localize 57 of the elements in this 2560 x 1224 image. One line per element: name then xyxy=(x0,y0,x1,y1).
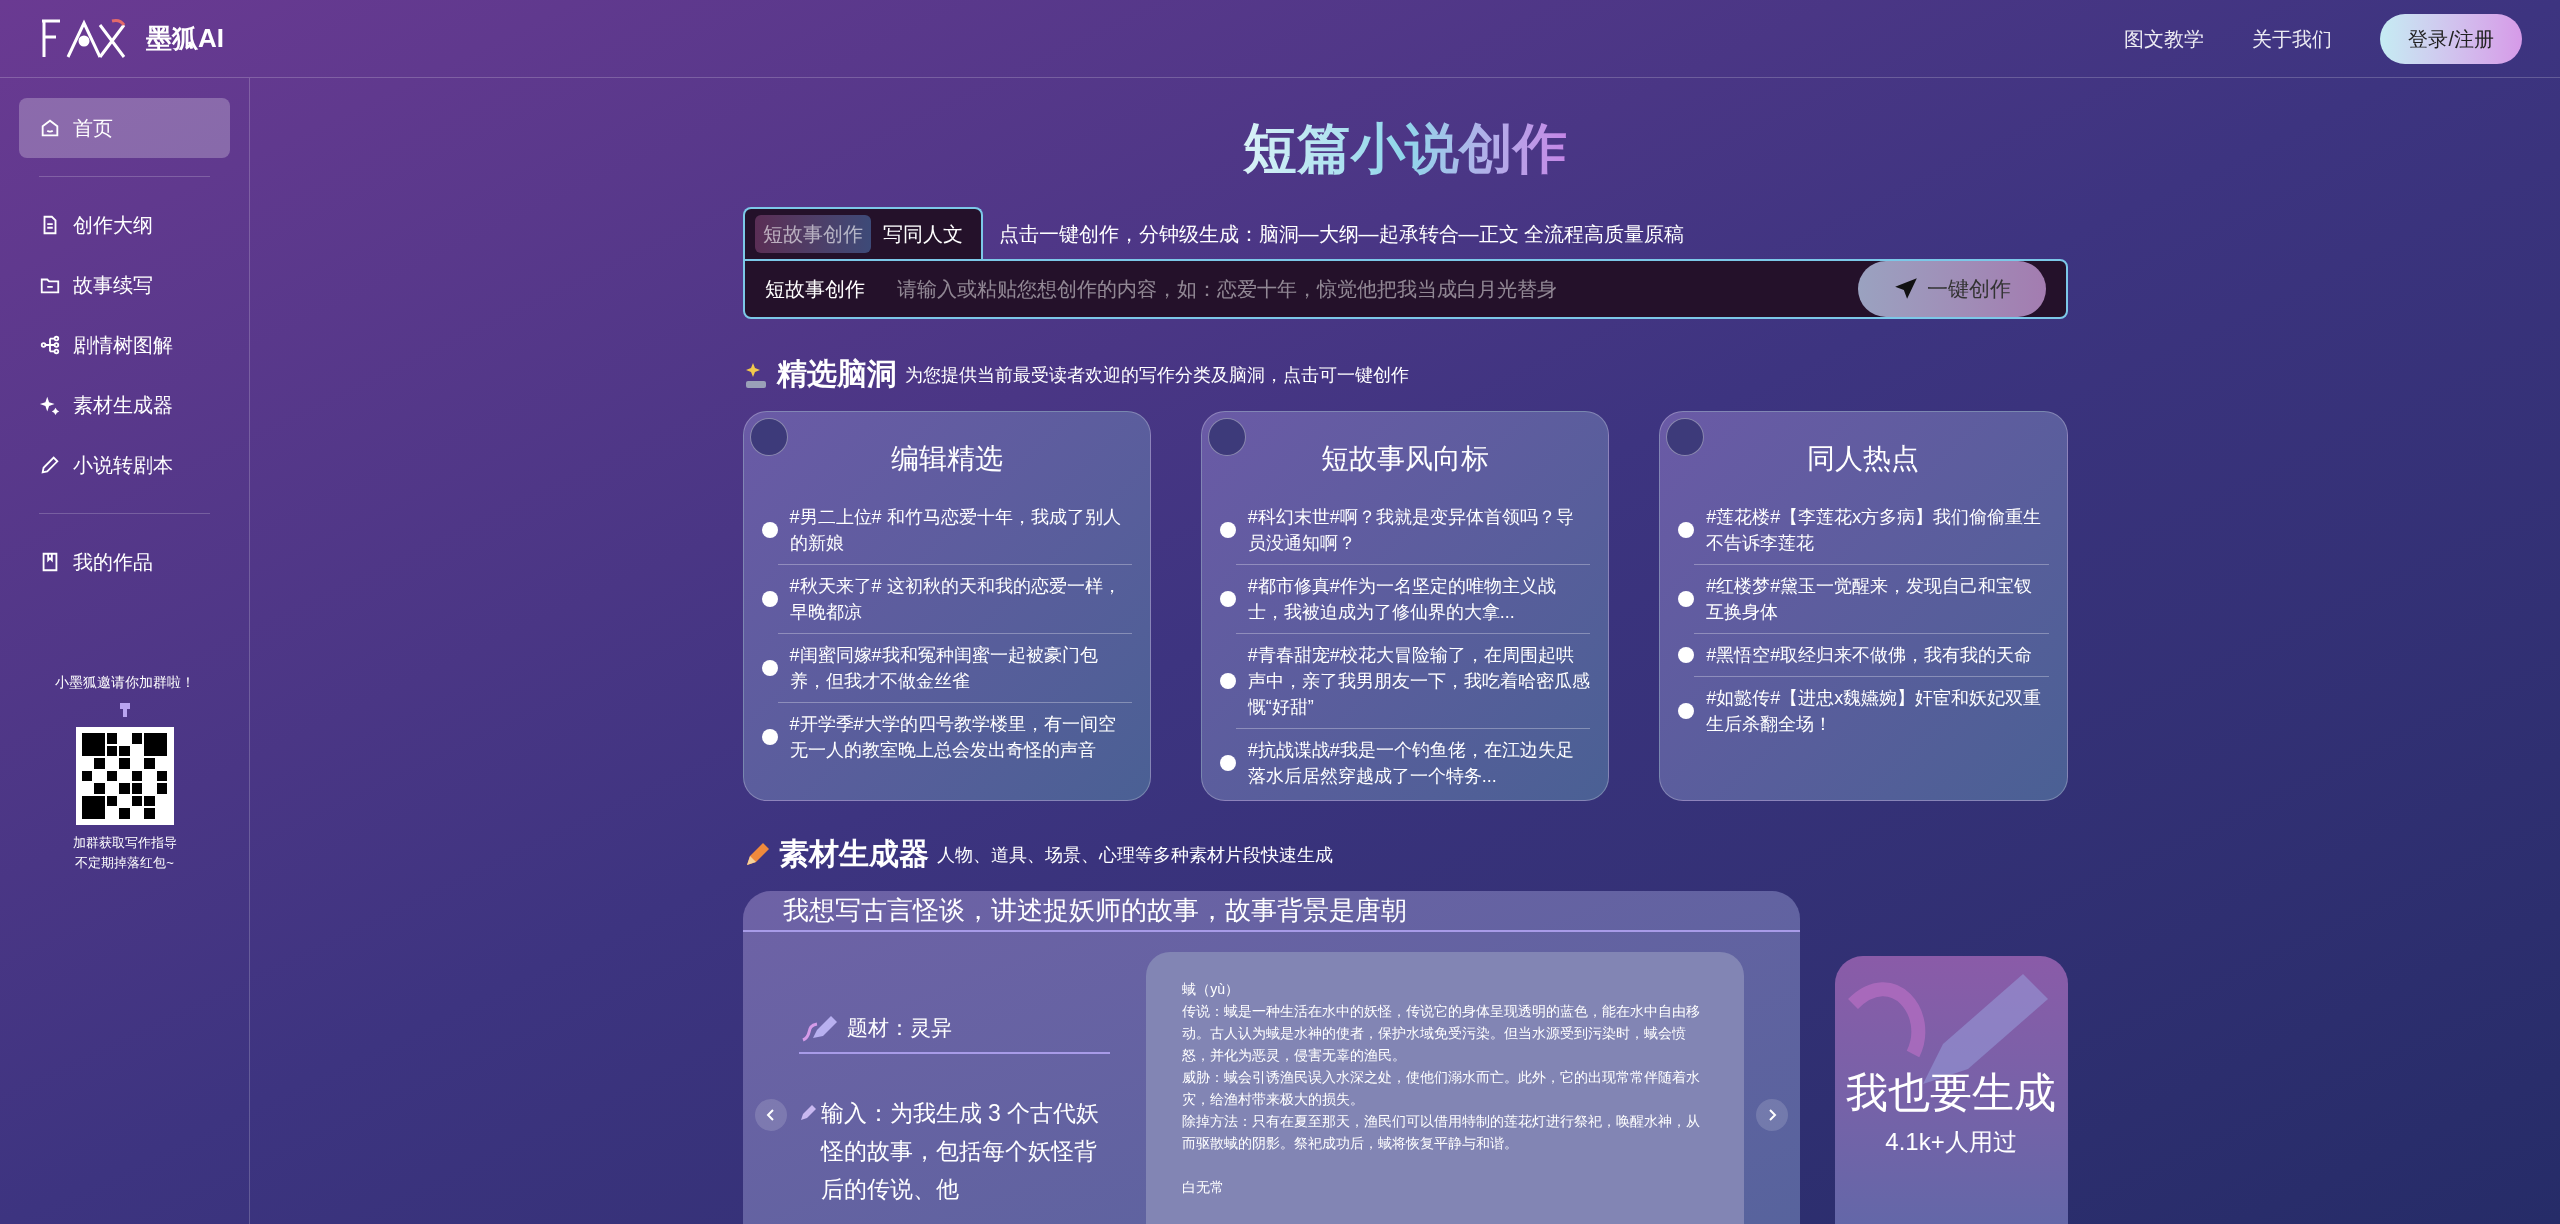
idea-link[interactable]: #闺蜜同嫁#我和冤种闺蜜一起被豪门包养，但我才不做金丝雀 xyxy=(789,642,1132,694)
section-title: 精选脑洞 xyxy=(776,359,897,389)
section-subtitle: 人物、道具、场景、心理等多种素材片段快速生成 xyxy=(936,844,1333,867)
nav-link[interactable]: 图文教学 xyxy=(2124,23,2205,54)
idea-link[interactable]: #抗战谍战#我是一个钓鱼佬，在江边失足落水后居然穿越成了一个特务... xyxy=(1247,737,1591,789)
example-prompt: 我想写古言怪谈，讲述捉妖师的故事，故事背景是唐朝 xyxy=(782,894,1407,927)
qr-caption: 加群获取写作指导 xyxy=(72,834,177,852)
idea-link[interactable]: #青春甜宠#校花大冒险输了，在周围起哄声中，亲了我男朋友一下，我吃着哈密瓜感慨“好甜” xyxy=(1247,642,1591,720)
create-button[interactable]: 一键创作 xyxy=(1857,261,2046,317)
card-title: 短故事风向标 xyxy=(1320,442,1490,476)
tagline-text: 点击一键创作，分钟级生成：脑洞—大纲—起承转合—正文 全流程高质量原稿 xyxy=(998,222,1685,247)
circle-badge xyxy=(1207,418,1246,456)
cta-title: 我也要生成 xyxy=(1846,1068,2056,1118)
sidebar-item[interactable]: 小说转剧本 xyxy=(19,435,230,495)
section-title: 素材生成器 xyxy=(778,839,929,869)
output-paragraph: 威胁：蜮会引诱渔民误入水深之处，使他们溺水而亡。此外，它的出现常常伴随着水灾，给渔村带来极大的损失。 xyxy=(1182,1068,1702,1109)
sidebar-item[interactable]: 首页 xyxy=(19,98,230,158)
home-icon xyxy=(39,117,61,139)
topic-label: 题材：灵异 xyxy=(846,1015,952,1042)
pen-icon xyxy=(798,1104,817,1122)
pencil-icon xyxy=(39,454,61,476)
input-label: 短故事创作 xyxy=(764,277,865,302)
idea-link[interactable]: #红楼梦#黛玉一觉醒来，发现自己和宝钗互换身体 xyxy=(1706,573,2049,625)
idea-link[interactable]: #莲花楼#【李莲花x方多病】我们偷偷重生不告诉李莲花 xyxy=(1706,504,2049,556)
idea-link[interactable]: #男二上位# 和竹马恋爱十年，我成了别人的新娘 xyxy=(789,504,1132,556)
section-subtitle: 为您提供当前最受读者欢迎的写作分类及脑洞，点击可一键创作 xyxy=(904,364,1409,387)
output-paragraph: 除掉方法：只有在夏至那天，渔民们可以借用特制的莲花灯进行祭祀，唤醒水神，从而驱散蜮的阴影。祭祀成功后，蜮将恢复平静与和谐。 xyxy=(1182,1112,1702,1153)
login-button[interactable]: 登录/注册 xyxy=(2380,13,2522,64)
sidebar-item[interactable]: 剧情树图解 xyxy=(19,315,230,375)
qr-caption: 不定期掉落红包~ xyxy=(75,853,174,872)
tab[interactable]: 写同人文 xyxy=(874,215,971,253)
idea-link[interactable]: #黑悟空#取经归来不做佛，我有我的天命 xyxy=(1706,642,2033,668)
tab[interactable]: 短故事创作 xyxy=(754,215,871,253)
sidebar-item[interactable]: 素材生成器 xyxy=(19,375,230,435)
output-paragraph: 白无常 xyxy=(1182,1178,1226,1197)
sidebar-item[interactable]: 故事续写 xyxy=(19,255,230,315)
idea-link[interactable]: #如懿传#【进忠x魏嬿婉】奸宦和妖妃双重生后杀翻全场！ xyxy=(1706,685,2049,737)
story-input-field[interactable]: 短故事创作 请输入或粘贴您想创作的内容，如：恋爱十年，惊觉他把我当成白月光替身 一键创作 xyxy=(742,259,2068,319)
logo-text: 墨狐AI xyxy=(146,22,224,55)
output-paragraph: 蜮（yù） xyxy=(1182,980,1241,999)
example-input-text: 输入：为我生成 3 个古代妖怪的故事，包括每个妖怪背后的传说、他 xyxy=(820,1099,1101,1204)
idea-link[interactable]: #秋天来了# 这初秋的天和我的恋爱一样，早晚都凉 xyxy=(789,573,1132,625)
sidebar-item[interactable]: 创作大纲 xyxy=(19,195,230,255)
card-title: 同人热点 xyxy=(1806,442,1921,476)
idea-link[interactable]: #科幻末世#啊？我就是变异体首领吗？导员没通知啊？ xyxy=(1247,504,1591,556)
output-paragraph: 传说：蜮是一种生活在水中的妖怪，传说它的身体呈现透明的蓝色，能在水中自由移动。古人认为蜮是水神的使者，保护水域免受污染。但当水源受到污染时，蜮会愤怒，并化为恶灵，侵害无辜的渔民。 xyxy=(1182,1002,1702,1065)
invite-text: 小墨狐邀请你加群啦！ xyxy=(54,673,195,692)
nav-link[interactable]: 关于我们 xyxy=(2252,23,2333,54)
circle-badge xyxy=(1666,418,1705,456)
circle-badge xyxy=(749,418,788,456)
tree-icon xyxy=(39,334,61,356)
card-title: 编辑精选 xyxy=(889,442,1004,476)
generate-card[interactable]: 我也要生成 4.1k+人用过 xyxy=(1834,956,2068,1224)
usage-count: 4.1k+人用过 xyxy=(1885,1127,2017,1157)
idea-link[interactable]: #都市修真#作为一名坚定的唯物主义战士，我被迫成为了修仙界的大拿... xyxy=(1247,573,1591,625)
sidebar-item[interactable]: 我的作品 xyxy=(19,532,230,592)
idea-link[interactable]: #开学季#大学的四号教学楼里，有一间空无一人的教室晚上总会发出奇怪的声音 xyxy=(789,711,1132,763)
